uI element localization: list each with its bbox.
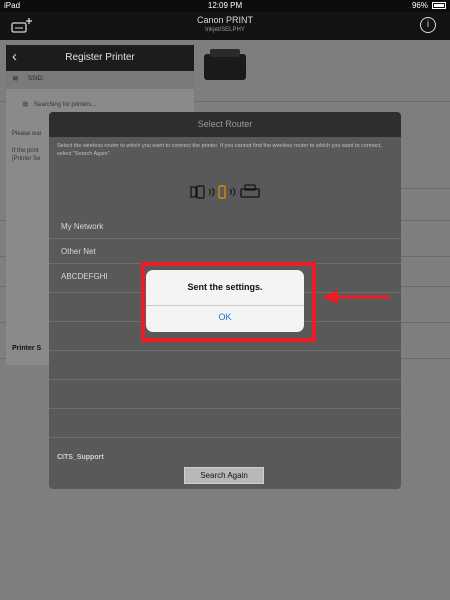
instruction-text-2: If the print (12, 148, 39, 154)
register-printer-header: ‹ Register Printer (6, 45, 194, 71)
ssid-label: SSID: (28, 76, 44, 82)
app-header: Canon PRINT Inkjet/SELPHY i (0, 12, 450, 40)
battery-percent: 96% (411, 1, 428, 10)
highlight-box (141, 262, 316, 342)
clock: 12:09 PM (207, 1, 243, 10)
register-printer-title: Register Printer (65, 52, 135, 63)
battery-icon (432, 2, 446, 9)
ssid-row: ≋ SSID: (6, 71, 194, 89)
search-again-button[interactable]: Search Again (184, 467, 264, 484)
router-item[interactable]: Other Net (49, 239, 401, 264)
app-subtitle: Inkjet/SELPHY (205, 27, 245, 33)
router-item[interactable] (49, 351, 401, 380)
router-item[interactable] (49, 380, 401, 409)
printer-image (204, 49, 246, 80)
printer-setup-label: Printer S (12, 345, 42, 352)
searching-text: Searching for printers... (34, 102, 97, 108)
router-item[interactable]: My Network (49, 214, 401, 239)
app-title: Canon PRINT (196, 15, 254, 25)
select-router-title: Select Router (49, 112, 401, 137)
router-item[interactable] (49, 409, 401, 438)
status-bar: iPad 12:09 PM 96% (0, 0, 450, 12)
instruction-text-1: Please wai (12, 131, 42, 137)
connection-diagram-icon (189, 184, 269, 200)
select-router-description: Select the wireless router to which you … (57, 143, 382, 157)
instruction-text-3: [Printer Se (12, 156, 41, 162)
pointer-arrow-icon (322, 290, 392, 304)
wifi-icon: ≋ (12, 74, 19, 83)
router-name: ABCDEFGHI (61, 272, 108, 281)
router-name: My Network (61, 222, 104, 231)
spinner-icon: ✲ (22, 100, 29, 109)
info-icon[interactable]: i (420, 17, 436, 33)
support-network-label[interactable]: CITS_Support (57, 454, 104, 461)
router-name: Other Net (61, 247, 96, 256)
